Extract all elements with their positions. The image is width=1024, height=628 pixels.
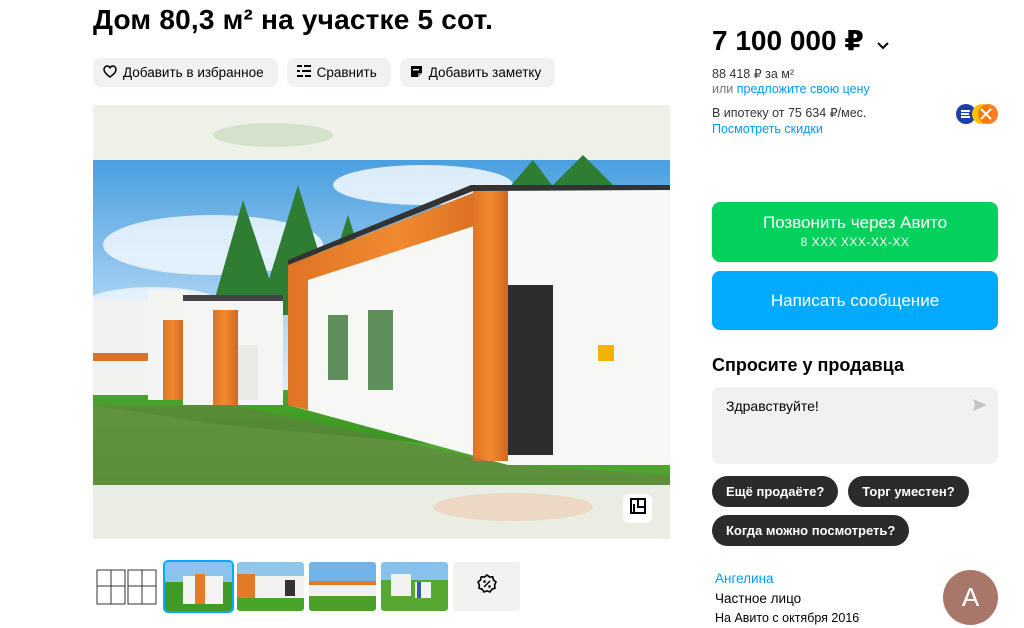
floor-plan-icon [629,498,646,519]
thumbnail-photo-1[interactable] [163,560,234,613]
percent-badge-icon [476,573,497,599]
seller-name-link[interactable]: Ангелина [715,571,774,586]
quick-questions: Ещё продаёте? Торг уместен? Когда можно … [712,476,1002,546]
house-photo [93,105,670,539]
listing-actions: Добавить в избранное Сравнить Добавить з… [93,58,556,87]
listing-title: Дом 80,3 м² на участке 5 сот. [93,4,494,35]
avatar[interactable]: А [943,570,998,625]
offer-price-line: или предложите свою цену [712,82,870,96]
thumbnail-photo-4[interactable] [381,562,448,611]
add-to-favorites-button[interactable]: Добавить в избранное [93,58,278,87]
ask-seller-input-value: Здравствуйте! [726,398,819,414]
more-photos-button[interactable] [453,562,520,611]
send-icon[interactable] [972,398,988,415]
price: 7 100 000 ₽ [712,24,890,57]
main-photo[interactable] [93,105,670,539]
add-note-button[interactable]: Добавить заметку [399,58,556,87]
seller-since: На Авито с октября 2016 [715,611,860,625]
photo-thumbnails [93,560,520,613]
quick-question-chip[interactable]: Ещё продаёте? [712,476,839,507]
price-per-meter: 88 418 ₽ за м² [712,67,795,81]
call-button-phone: 8 XXX XXX-XX-XX [800,235,910,249]
write-message-button[interactable]: Написать сообщение [712,271,998,330]
ask-seller-input[interactable]: Здравствуйте! [712,387,998,464]
bank-logo [955,103,999,125]
thumbnail-floor-plan[interactable] [93,562,160,611]
mortgage-info: В ипотеку от 75 634 ₽/мес. [712,106,867,120]
add-note-label: Добавить заметку [428,65,542,80]
compare-icon [296,65,317,80]
price-value: 7 100 000 ₽ [712,25,864,56]
thumbnail-photo-2[interactable] [237,562,304,611]
floor-plan-button[interactable] [623,494,652,523]
seller-type: Частное лицо [715,591,802,606]
call-button-label: Позвонить через Авито [762,213,948,232]
chevron-down-icon[interactable] [876,25,890,57]
compare-button[interactable]: Сравнить [286,58,391,87]
quick-question-chip[interactable]: Торг уместен? [848,476,969,507]
heart-icon [103,64,123,81]
call-button[interactable]: Позвонить через Авито 8 XXX XXX-XX-XX [712,202,998,262]
add-to-favorites-label: Добавить в избранное [123,65,264,80]
ask-seller-title: Спросите у продавца [712,355,904,375]
note-icon [410,65,429,81]
quick-question-chip[interactable]: Когда можно посмотреть? [712,515,910,546]
thumbnail-photo-3[interactable] [309,562,376,611]
view-discounts-link[interactable]: Посмотреть скидки [712,122,823,136]
compare-label: Сравнить [316,65,377,80]
offer-price-link[interactable]: предложите свою цену [737,82,870,96]
offer-prefix: или [712,82,737,96]
